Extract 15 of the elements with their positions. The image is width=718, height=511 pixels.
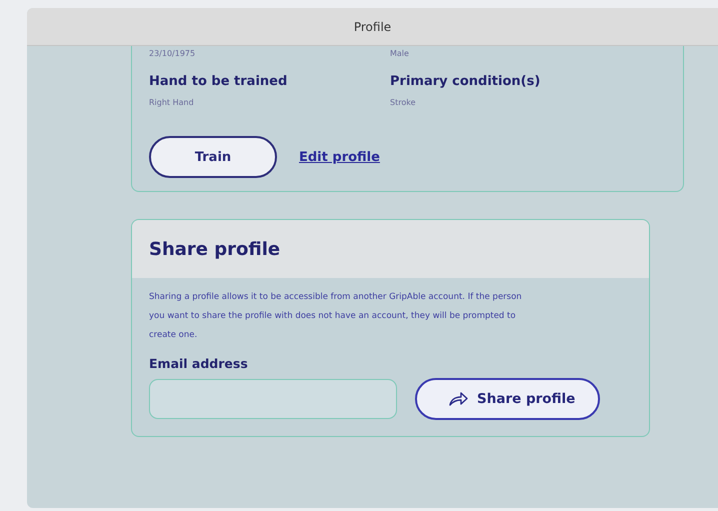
field-value: Male <box>390 49 410 58</box>
train-button[interactable]: Train <box>149 136 277 178</box>
field-value: 23/10/1975 <box>149 49 196 58</box>
field-value: Stroke <box>390 98 416 107</box>
field-label: Hand to be trained <box>149 74 288 89</box>
card-title: Share profile <box>149 238 280 260</box>
field-label: Email address <box>149 356 249 371</box>
edit-profile-link[interactable]: Edit profile <box>299 150 380 164</box>
share-profile-button[interactable]: Share profile <box>415 378 600 420</box>
field-label: Primary condition(s) <box>390 74 542 89</box>
description-text: Sharing a profile allows it to be accessible from another GripAble account. If the person you want to share the profile with does not have an account, they will be prompted to create one. <box>149 291 523 342</box>
share-arrow-icon <box>448 391 468 407</box>
field-value: Right Hand <box>149 98 195 107</box>
email-field[interactable] <box>149 379 397 419</box>
window-title: Profile <box>354 20 392 34</box>
